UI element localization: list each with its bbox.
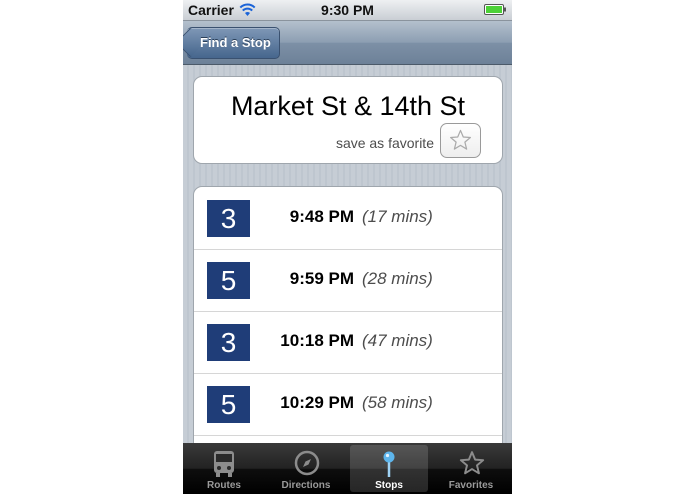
bus-icon <box>214 451 234 477</box>
tab-favorites[interactable]: Favorites <box>432 445 510 492</box>
status-bar: Carrier 9:30 PM <box>183 0 512 21</box>
star-icon <box>459 451 485 475</box>
tab-label: Favorites <box>448 480 494 491</box>
arrival-time: 10:18 PM <box>280 331 354 350</box>
arrival-time: 9:59 PM <box>289 269 354 288</box>
arrival-row[interactable]: 3 9:48 PM (17 mins) <box>194 187 502 250</box>
tab-stops[interactable]: Stops <box>350 445 428 492</box>
route-badge: 5 <box>207 262 250 299</box>
arrival-time: 9:48 PM <box>289 207 354 226</box>
stop-card: Market St & 14th St save as favorite <box>193 76 503 164</box>
phone-screen: Carrier 9:30 PM Find a Stop Market St & … <box>183 0 512 494</box>
battery-icon <box>484 4 506 15</box>
navigation-bar: Find a Stop <box>183 21 512 65</box>
route-badge: 3 <box>207 324 250 361</box>
compass-icon <box>294 450 320 476</box>
stop-name: Market St & 14th St <box>230 91 466 121</box>
tab-label: Stops <box>375 480 403 491</box>
arrival-wait: (58 mins) <box>362 393 433 412</box>
arrival-row[interactable]: 5 10:29 PM (58 mins) <box>194 373 502 436</box>
favorite-button[interactable] <box>440 123 481 158</box>
tab-directions[interactable]: Directions <box>267 445 345 492</box>
tab-routes[interactable]: Routes <box>185 445 263 492</box>
arrival-row[interactable]: 3 10:18 PM (47 mins) <box>194 311 502 374</box>
route-badge: 5 <box>207 386 250 423</box>
tab-bar: Routes Directions Stops Favorites <box>183 443 512 494</box>
back-button[interactable]: Find a Stop <box>183 27 280 59</box>
pin-icon <box>383 451 395 477</box>
status-time: 9:30 PM <box>321 2 374 18</box>
arrival-wait: (28 mins) <box>362 269 433 288</box>
tab-label: Routes <box>207 480 241 491</box>
route-badge: 3 <box>207 200 250 237</box>
back-button-label: Find a Stop <box>200 35 271 50</box>
save-favorite-label: save as favorite <box>335 135 434 151</box>
star-outline-icon <box>450 129 471 150</box>
arrival-wait: (17 mins) <box>362 207 433 226</box>
arrival-row[interactable]: 5 9:59 PM (28 mins) <box>194 249 502 312</box>
arrival-wait: (47 mins) <box>362 331 433 350</box>
arrival-time: 10:29 PM <box>280 393 354 412</box>
tab-label: Directions <box>281 480 331 491</box>
